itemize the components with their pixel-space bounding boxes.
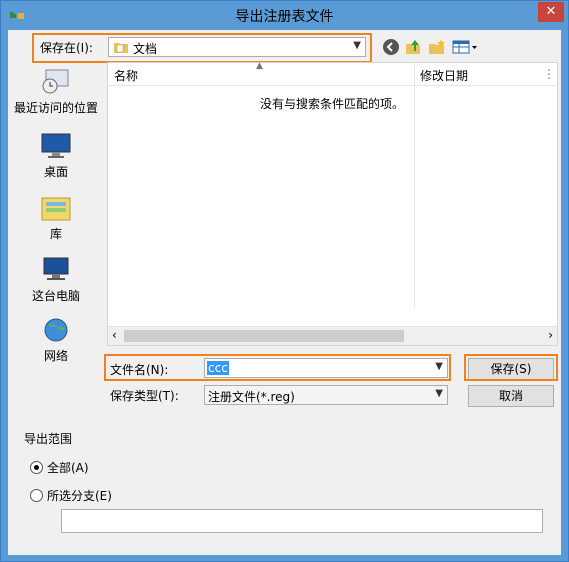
column-header-name[interactable]: 名称 [114,67,138,84]
save-in-combo[interactable]: 文档 ▼ [108,37,366,57]
dialog-client: 保存在(I): 文档 ▼ 最近访问的位置 桌面 库 这台电脑 网络 名称 ▲ 修… [8,30,561,555]
filename-combo[interactable]: ccc ▼ [204,358,448,378]
place-desktop[interactable]: 桌面 [10,132,102,180]
radio-branch-label: 所选分支(E) [47,489,112,503]
column-header-date[interactable]: 修改日期 [420,67,468,84]
place-recent-label: 最近访问的位置 [13,101,98,115]
sort-ascending-icon: ▲ [256,61,263,71]
place-this-pc[interactable]: 这台电脑 [10,256,102,304]
save-in-value: 文档 [133,42,158,56]
place-libraries[interactable]: 库 [10,194,102,242]
chevron-down-icon: ▼ [435,388,443,399]
chevron-down-icon: ▼ [353,40,361,51]
cancel-button[interactable]: 取消 [468,385,554,407]
save-in-label: 保存在(I): [40,41,93,55]
export-registry-dialog: 导出注册表文件 ✕ 保存在(I): 文档 ▼ 最近访问的位置 桌面 库 这台电脑… [0,0,569,562]
filetype-label: 保存类型(T): [110,389,179,403]
radio-all[interactable]: 全部(A) [30,459,89,476]
title-bar[interactable]: 导出注册表文件 ✕ [1,1,568,29]
radio-all-label: 全部(A) [47,461,89,475]
place-network[interactable]: 网络 [10,316,102,364]
chevron-down-icon: ▼ [435,361,443,372]
filetype-value: 注册文件(*.reg) [208,390,295,404]
filetype-combo[interactable]: 注册文件(*.reg) ▼ [204,385,448,405]
empty-message: 没有与搜索条件匹配的项。 [260,97,405,111]
column-divider [414,63,415,308]
file-list-view[interactable]: 名称 ▲ 修改日期 ⋮ 没有与搜索条件匹配的项。 ‹ › [107,61,558,346]
list-header: 名称 ▲ 修改日期 ⋮ [108,61,557,86]
column-overflow-icon: ⋮ [543,67,555,81]
place-network-label: 网络 [43,349,68,363]
documents-folder-icon [114,43,128,53]
desktop-icon [41,133,71,158]
filename-value[interactable]: ccc [207,361,229,375]
export-range-title: 导出范围 [24,432,73,446]
radio-all-indicator[interactable] [30,461,43,474]
filename-label: 文件名(N): [110,363,169,377]
view-menu-icon[interactable] [452,38,478,56]
branch-path-input[interactable] [61,509,543,533]
libraries-icon [41,197,71,221]
scrollbar-thumb[interactable] [124,330,404,342]
recent-places-icon [42,69,69,94]
save-button[interactable]: 保存(S) [468,358,554,380]
back-icon[interactable] [382,38,400,56]
place-desktop-label: 桌面 [43,165,68,179]
radio-selected-branch[interactable]: 所选分支(E) [30,487,112,504]
close-button[interactable]: ✕ [538,2,564,22]
places-bar: 最近访问的位置 桌面 库 这台电脑 网络 [10,62,102,363]
horizontal-scrollbar[interactable]: ‹ › [108,326,557,345]
scroll-left-icon[interactable]: ‹ [112,328,117,342]
radio-branch-indicator[interactable] [30,489,43,502]
place-recent[interactable]: 最近访问的位置 [10,68,102,116]
network-icon [44,318,68,342]
up-folder-icon[interactable] [404,38,422,56]
place-this-pc-label: 这台电脑 [31,289,80,303]
window-title: 导出注册表文件 [235,9,334,25]
scroll-right-icon[interactable]: › [548,328,553,342]
place-libraries-label: 库 [49,227,62,241]
this-pc-icon [43,257,69,280]
new-folder-icon[interactable] [428,38,446,56]
